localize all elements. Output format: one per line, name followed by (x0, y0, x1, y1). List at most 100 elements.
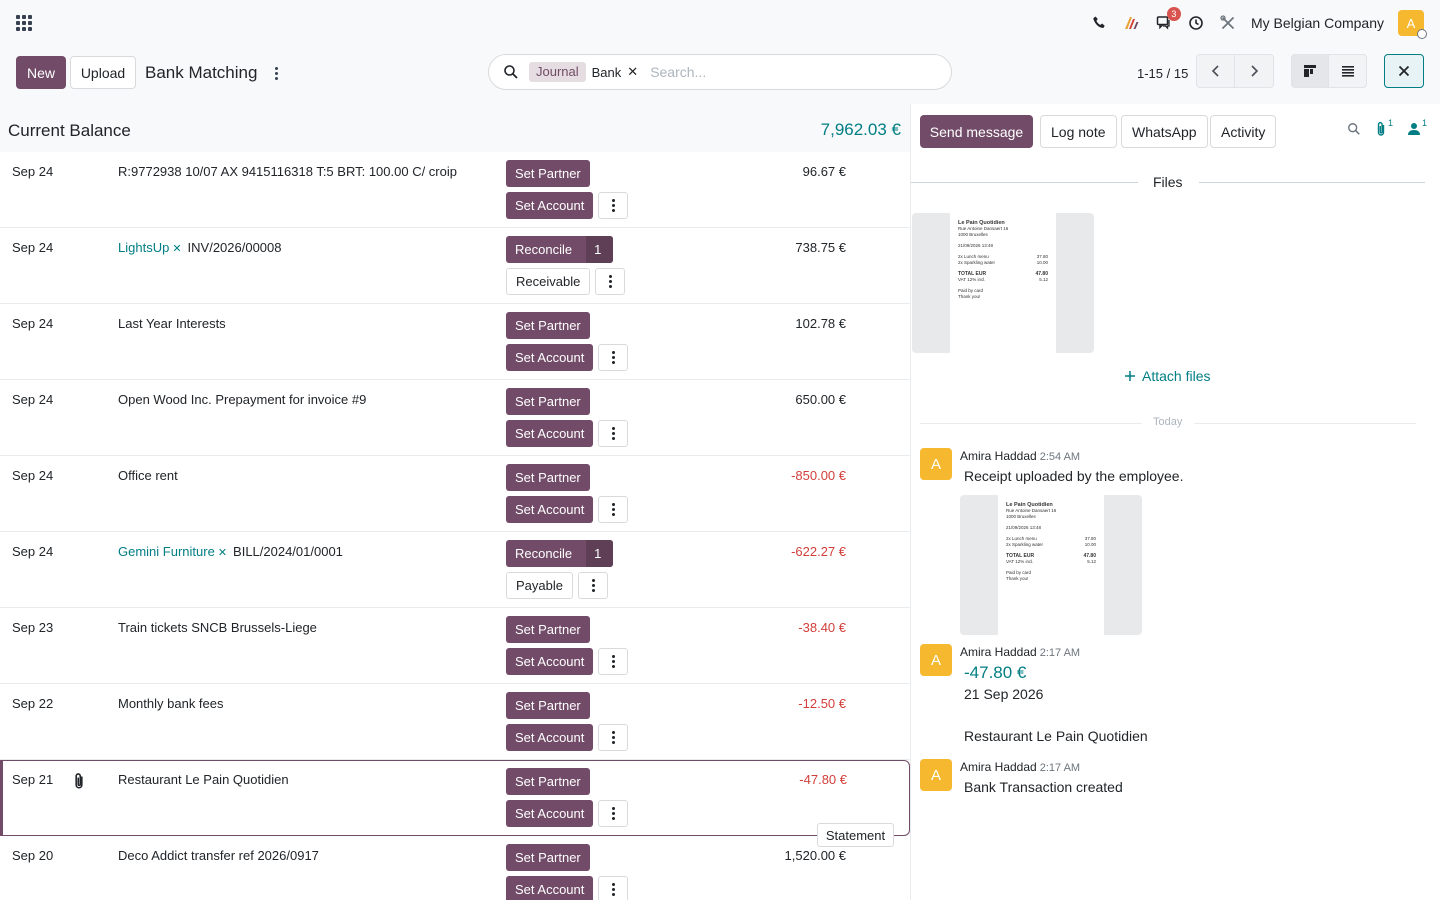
row-actions-kebab-icon[interactable] (598, 648, 628, 675)
author-avatar[interactable]: A (920, 759, 952, 791)
row-actions-kebab-icon[interactable] (595, 268, 625, 295)
upload-button[interactable]: Upload (70, 56, 136, 89)
set-partner-button[interactable]: Set Partner (506, 844, 590, 871)
set-partner-button[interactable]: Set Partner (506, 616, 590, 643)
pager-value[interactable]: 1-15 / 15 (1137, 66, 1188, 81)
today-divider: Today (920, 416, 1416, 430)
pager-buttons (1196, 54, 1274, 88)
transaction-row[interactable]: Sep 24 Gemini Furniture ✕ BILL/2024/01/0001… (0, 532, 910, 608)
set-account-button[interactable]: Set Account (506, 648, 594, 675)
set-partner-button[interactable]: Set Partner (506, 768, 590, 795)
set-account-button[interactable]: Set Account (506, 192, 594, 219)
list-view-button[interactable] (1329, 54, 1367, 88)
set-partner-button[interactable]: Set Partner (506, 692, 590, 719)
set-partner-button[interactable]: Set Partner (506, 464, 590, 491)
remove-partner-icon[interactable]: ✕ (172, 243, 181, 255)
paperclip-icon[interactable] (71, 772, 87, 790)
transaction-row[interactable]: Sep 24 Last Year Interests Set Partner Set … (0, 304, 910, 380)
row-actions-kebab-icon[interactable] (598, 192, 628, 219)
activity-button[interactable]: Activity (1210, 115, 1277, 148)
transaction-row[interactable]: Sep 24 LightsUp ✕ INV/2026/00008 Reconcile 1 R… (0, 228, 910, 304)
author-name[interactable]: Amira Haddad (960, 645, 1037, 659)
receipt-file-thumbnail[interactable]: Le Pain Quotidien Rue Antoine Dansaert 1… (912, 213, 1094, 353)
partner-link[interactable]: LightsUp (118, 240, 169, 255)
clock-icon[interactable] (1187, 14, 1205, 32)
kanban-view-button[interactable] (1291, 54, 1329, 88)
remove-partner-icon[interactable]: ✕ (218, 547, 227, 559)
chatter-search-icon[interactable] (1347, 122, 1361, 136)
attachments-button[interactable]: 1 (1375, 118, 1393, 137)
reconcile-button[interactable]: Reconcile 1 (506, 236, 614, 263)
today-label: Today (1153, 416, 1183, 428)
transaction-row[interactable]: Sep 23 Train tickets SNCB Brussels-Liege S… (0, 608, 910, 684)
followers-button[interactable]: 1 (1407, 118, 1427, 136)
reconcile-count: 1 (586, 236, 614, 263)
user-avatar[interactable]: A (1398, 10, 1427, 39)
transaction-date: Sep 20 (12, 848, 54, 863)
transaction-row[interactable]: Sep 24 Office rent Set Partner Set Account -… (0, 456, 910, 532)
transaction-row[interactable]: Sep 24 Open Wood Inc. Prepayment for invo… (0, 380, 910, 456)
whatsapp-button[interactable]: WhatsApp (1121, 115, 1208, 148)
send-message-button[interactable]: Send message (920, 115, 1033, 148)
transaction-description: Deco Addict transfer ref 2026/0917 (118, 848, 319, 863)
message-attachment-thumbnail[interactable]: Le Pain Quotidien Rue Antoine Dansaert 1… (960, 495, 1142, 635)
phone-icon[interactable] (1091, 14, 1109, 32)
set-account-button[interactable]: Set Account (506, 800, 594, 827)
partner-link[interactable]: Gemini Furniture (118, 544, 215, 559)
author-name[interactable]: Amira Haddad (960, 449, 1037, 463)
pager-previous-button[interactable] (1196, 54, 1235, 88)
set-account-button[interactable]: Set Account (506, 344, 594, 371)
set-account-button[interactable]: Set Account (506, 724, 594, 751)
row-actions-kebab-icon[interactable] (598, 496, 628, 523)
row-actions-kebab-icon[interactable] (598, 344, 628, 371)
set-partner-button[interactable]: Set Partner (506, 312, 590, 339)
chat-icon[interactable]: 3 (1155, 7, 1181, 32)
facet-remove-icon[interactable]: ✕ (627, 64, 638, 80)
set-partner-button[interactable]: Set Partner (506, 160, 590, 187)
tracked-date: 21 Sep 2026 (964, 686, 1044, 702)
reconcile-button[interactable]: Reconcile 1 (506, 540, 614, 567)
transaction-amount: -38.40 € (798, 620, 846, 635)
transaction-row[interactable]: Sep 22 Monthly bank fees Set Partner Set Ac… (0, 684, 910, 760)
account-type-button[interactable]: Receivable (506, 268, 591, 295)
set-account-button[interactable]: Set Account (506, 876, 594, 900)
transaction-amount: -622.27 € (791, 544, 846, 559)
close-chatter-button[interactable] (1384, 54, 1424, 88)
transaction-row[interactable]: Sep 24 R:9772938 10/07 AX 9415116318 T:5 … (0, 152, 910, 228)
author-avatar[interactable]: A (920, 644, 952, 676)
log-note-button[interactable]: Log note (1040, 115, 1117, 148)
message-author: Amira Haddad 2:17 AM (960, 760, 1080, 774)
row-actions-kebab-icon[interactable] (598, 724, 628, 751)
receipt-item-price: 10.00 (1084, 542, 1096, 547)
tools-icon[interactable] (1219, 14, 1237, 32)
message-body: Bank Transaction created (964, 779, 1123, 795)
transaction-date: Sep 24 (12, 240, 54, 255)
pager-next-button[interactable] (1235, 54, 1274, 88)
apps-menu-icon[interactable] (14, 13, 34, 33)
set-account-button[interactable]: Set Account (506, 420, 594, 447)
systray: 3 My Belgian Company A (1091, 7, 1427, 39)
set-account-button[interactable]: Set Account (506, 496, 594, 523)
account-type-button[interactable]: Payable (506, 572, 573, 599)
row-actions-kebab-icon[interactable] (598, 800, 628, 827)
new-button[interactable]: New (16, 56, 66, 89)
search-input[interactable] (650, 64, 851, 80)
balance-header: Current Balance 7,962.03 € (0, 104, 910, 152)
row-actions-kebab-icon[interactable] (598, 876, 628, 900)
facet-label: Journal (529, 62, 586, 82)
statement-tag[interactable]: Statement (817, 823, 894, 847)
transaction-row[interactable]: Sep 21 Restaurant Le Pain Quotidien Set Pa… (0, 760, 910, 836)
transaction-amount: 1,520.00 € (784, 848, 846, 863)
company-switcher[interactable]: My Belgian Company (1251, 15, 1384, 31)
attach-files-button[interactable]: Attach files (1124, 368, 1210, 384)
plus-icon (1125, 371, 1135, 381)
author-name[interactable]: Amira Haddad (960, 760, 1037, 774)
row-actions-kebab-icon[interactable] (578, 572, 608, 599)
actions-kebab-icon[interactable] (270, 64, 282, 82)
receipt-vat-label: VAT 12% incl. (958, 277, 986, 282)
set-partner-button[interactable]: Set Partner (506, 388, 590, 415)
spreadsheet-icon[interactable] (1123, 14, 1141, 32)
row-actions-kebab-icon[interactable] (598, 420, 628, 447)
transaction-row[interactable]: Sep 20 Deco Addict transfer ref 2026/0917… (0, 836, 910, 900)
author-avatar[interactable]: A (920, 448, 952, 480)
